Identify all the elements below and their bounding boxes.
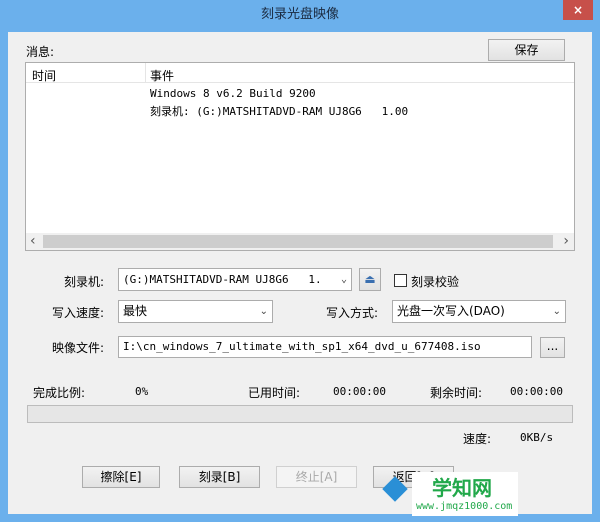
list-item: Windows 8 v6.2 Build 9200 [150,87,316,100]
progress-ratio-label: 完成比例: [33,386,86,400]
mode-label: 写入方式: [326,306,379,320]
chevron-down-icon: ⌄ [552,306,561,317]
image-file-input[interactable]: I:\cn_windows_7_ultimate_with_sp1_x64_dv… [118,336,532,358]
stop-button: 终止[A] [276,466,357,488]
elapsed-time-value: 00:00:00 [333,385,386,398]
column-header-time[interactable]: 时间 [32,67,56,84]
speed-value: 最快 [123,304,148,318]
remaining-time-label: 剩余时间: [430,386,483,400]
scroll-left-icon[interactable]: ‹ [30,233,36,249]
elapsed-time-label: 已用时间: [248,386,301,400]
verify-label[interactable]: 刻录校验 [411,273,459,290]
list-item: 刻录机: (G:)MATSHITADVD-RAM UJ8G6 1.00 [150,105,409,118]
speed-readout-label: 速度: [463,432,492,446]
save-button[interactable]: 保存 [488,39,565,61]
eject-button[interactable]: ⏏ [359,268,381,291]
burner-label: 刻录机: [64,275,105,289]
speed-select[interactable]: 最快 ⌄ [118,300,273,323]
close-button[interactable]: × [563,0,593,20]
chevron-down-icon: ⌄ [340,274,347,285]
progress-bar [27,405,573,423]
message-list: 时间 事件 Windows 8 v6.2 Build 9200 刻录机: (G:… [25,62,575,251]
watermark-logo: 学知网 www.jmqz1000.com [382,472,518,516]
column-header-event[interactable]: 事件 [150,67,174,84]
browse-button[interactable]: ... [540,337,565,358]
image-file-label: 映像文件: [52,341,105,355]
remaining-time-value: 00:00:00 [510,385,563,398]
list-header: 时间 事件 [26,63,574,83]
window-title: 刻录光盘映像 [260,7,339,22]
messages-label: 消息: [26,45,55,59]
watermark-title: 学知网 [432,476,492,500]
speed-label: 写入速度: [52,306,105,320]
chevron-down-icon: ⌄ [259,306,268,317]
progress-ratio-value: 0% [135,385,149,398]
horizontal-scrollbar[interactable]: ‹ › [26,233,574,250]
watermark-url: www.jmqz1000.com [416,501,513,512]
verify-checkbox[interactable] [394,274,407,287]
mode-value: 光盘一次写入(DAO) [397,304,505,318]
burner-select[interactable]: (G:)MATSHITADVD-RAM UJ8G6 1. ⌄ [118,268,352,291]
burner-value: (G:)MATSHITADVD-RAM UJ8G6 1. [123,273,322,286]
erase-button[interactable]: 擦除[E] [82,466,160,488]
scrollbar-thumb[interactable] [43,235,553,248]
mode-select[interactable]: 光盘一次写入(DAO) ⌄ [392,300,566,323]
column-divider[interactable] [145,63,146,83]
burn-button[interactable]: 刻录[B] [179,466,260,488]
eject-icon: ⏏ [364,272,376,286]
scroll-right-icon[interactable]: › [563,233,569,249]
speed-readout-value: 0KB/s [520,431,554,444]
